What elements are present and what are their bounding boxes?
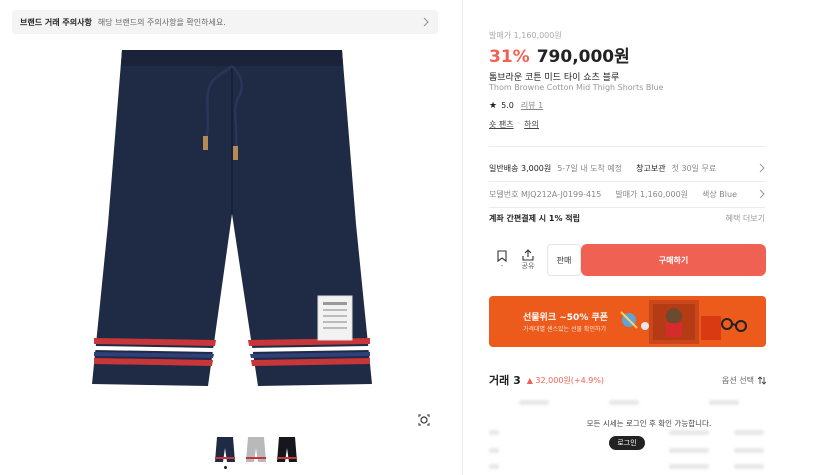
price-change: ▲ 32,000원(+4.9%) (526, 375, 605, 385)
thumbnail-strip (214, 436, 298, 469)
option-select[interactable]: 옵션 선택 (722, 375, 766, 386)
promo-banner[interactable]: 선물위크 ~50% 쿠폰 가격대별 센스있는 선물 확인하기 (489, 296, 766, 347)
shipping-row[interactable]: 일반배송 3,000원 5-7일 내 도착 예정 창고보관 첫 30일 무료 (489, 158, 765, 178)
share-button[interactable]: 공유 (515, 244, 541, 276)
bookmark-icon (497, 250, 507, 262)
release-price: 발매가 1,160,000원 (615, 189, 689, 199)
divider (489, 181, 765, 182)
category-links: 숏 팬츠 · 하의 (489, 119, 539, 130)
payment-benefit-row: 계좌 간편결제 시 1% 적립 혜택 더보기 (489, 213, 765, 224)
product-image-panel: 브랜드 거래 주의사항 해당 브랜드의 주의사항을 확인하세요. (0, 0, 463, 475)
gift-illustration (620, 300, 747, 344)
color-spec: 색상 Blue (702, 189, 737, 199)
chevron-right-icon (423, 17, 429, 27)
thumbnail-black[interactable] (276, 436, 298, 463)
bookmark-count: - (500, 262, 504, 270)
product-name-ko: 톰브라운 코튼 미드 타이 쇼츠 블루 (489, 73, 620, 83)
thumbnail-grey[interactable] (245, 436, 267, 463)
brand-notice-text: 해당 브랜드의 주의사항을 확인하세요. (97, 17, 226, 27)
zoom-icon (418, 414, 430, 426)
product-detail-panel: 발매가 1,160,000원 31% 790,000원 톰브라운 코튼 미드 타… (463, 0, 835, 475)
sort-icon (758, 375, 766, 385)
storage-label: 창고보관 (636, 163, 666, 173)
trade-header: 거래 3 ▲ 32,000원(+4.9%) 옵션 선택 (489, 372, 766, 388)
login-button[interactable]: 로그인 (609, 436, 645, 450)
price-row: 31% 790,000원 (489, 42, 630, 67)
benefit-more-link[interactable]: 혜택 더보기 (726, 213, 765, 224)
chevron-right-icon (759, 163, 765, 173)
share-icon (522, 249, 534, 261)
spec-row[interactable]: 모델번호 MJQ212A-J0199-415 발매가 1,160,000원 색상… (489, 184, 765, 204)
zoom-button[interactable] (414, 410, 434, 430)
share-label: 공유 (521, 262, 535, 270)
discount-rate: 31% (489, 47, 530, 67)
option-select-label: 옵션 선택 (722, 375, 754, 385)
review-link[interactable]: 리뷰 1 (521, 100, 543, 111)
star-icon: ★ (489, 100, 498, 111)
buy-button[interactable]: 구매하기 (581, 244, 766, 276)
category-link-bottoms[interactable]: 하의 (524, 119, 539, 130)
category-separator: · (517, 119, 521, 128)
promo-banner-title: 선물위크 ~50% 쿠폰 (523, 313, 609, 323)
login-required-message: 모든 시세는 로그인 후 확인 가능합니다. (586, 419, 712, 428)
product-image (92, 50, 372, 386)
rating-row: ★ 5.0 리뷰 1 (489, 100, 543, 111)
brand-notice-bar[interactable]: 브랜드 거래 주의사항 해당 브랜드의 주의사항을 확인하세요. (12, 10, 438, 34)
shipping-label: 일반배송 3,000원 (489, 163, 552, 173)
divider (489, 207, 765, 208)
thumbnail-navy[interactable] (214, 436, 236, 469)
divider (489, 146, 765, 147)
current-price: 790,000원 (536, 47, 630, 67)
original-price: 발매가 1,160,000원 (489, 31, 562, 40)
promo-banner-subtitle: 가격대별 센스있는 선물 확인하기 (523, 326, 607, 333)
model-number: 모델번호 MJQ212A-J0199-415 (489, 189, 602, 199)
active-thumbnail-dot (224, 466, 227, 469)
storage-value: 첫 30일 무료 (671, 163, 717, 173)
brand-notice-title: 브랜드 거래 주의사항 (20, 17, 92, 27)
shipping-eta: 5-7일 내 도착 예정 (557, 163, 623, 173)
trade-title: 거래 3 (489, 374, 521, 387)
bookmark-button[interactable]: - (489, 244, 515, 276)
category-link-shorts[interactable]: 숏 팬츠 (489, 119, 514, 130)
trade-history-blurred (489, 392, 766, 475)
action-bar: - 공유 판매 (489, 244, 581, 276)
sell-button[interactable]: 판매 (547, 244, 581, 276)
payment-benefit-label: 계좌 간편결제 시 1% 적립 (489, 214, 580, 223)
rating-value: 5.0 (501, 101, 514, 110)
chevron-right-icon (759, 189, 765, 199)
product-name-en: Thom Browne Cotton Mid Thigh Shorts Blue (489, 83, 664, 92)
